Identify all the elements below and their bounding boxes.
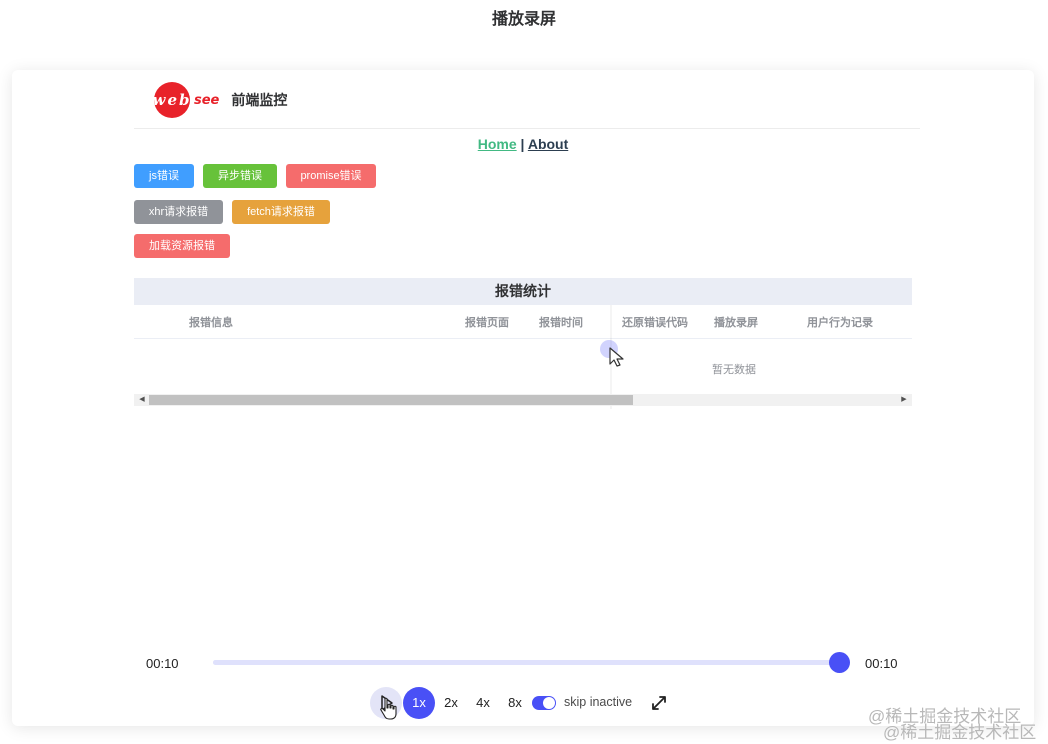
empty-text: 暂无数据 [712, 364, 756, 376]
table-title: 报错统计 [134, 278, 912, 305]
xhr-error-button[interactable]: xhr请求报错 [134, 200, 223, 224]
resource-error-button[interactable]: 加载资源报错 [134, 234, 230, 258]
current-time: 00:10 [146, 656, 179, 671]
skip-inactive-toggle[interactable] [532, 696, 556, 710]
scroll-right-icon[interactable]: ▶ [898, 394, 910, 406]
column-header[interactable]: 用户行为记录 [807, 314, 873, 330]
nav-separator: | [520, 136, 525, 152]
progress-fill [213, 660, 839, 665]
toggle-knob [543, 697, 555, 709]
dialog-title: 播放录屏 [491, 11, 556, 28]
scroll-left-icon[interactable]: ◀ [136, 394, 148, 406]
play-button[interactable] [370, 687, 402, 720]
total-time: 00:10 [865, 656, 898, 671]
table-body: 暂无数据 [134, 339, 912, 393]
speed-1x-button[interactable]: 1x [403, 687, 435, 719]
column-header[interactable]: 报错信息 [189, 314, 233, 330]
progress-handle[interactable] [829, 652, 850, 673]
table-header: 报错信息 报错页面 报错时间 还原错误代码 播放录屏 用户行为记录 [134, 305, 912, 339]
column-header[interactable]: 播放录屏 [714, 314, 758, 330]
horizontal-scrollbar[interactable]: ◀ ▶ [134, 394, 912, 406]
nav: Home | About [12, 136, 1034, 152]
fullscreen-icon[interactable] [649, 693, 669, 713]
nav-about-link[interactable]: About [528, 136, 568, 152]
column-header[interactable]: 还原错误代码 [622, 314, 688, 330]
error-stats-table: 报错统计 报错信息 报错页面 报错时间 还原错误代码 播放录屏 用户行为记录 暂… [134, 278, 912, 410]
speed-8x-button[interactable]: 8x [499, 687, 531, 719]
logo-suffix: see [194, 92, 220, 108]
column-header[interactable]: 报错时间 [539, 314, 583, 330]
replay-cursor-icon [609, 347, 624, 367]
skip-inactive-label: skip inactive [564, 695, 633, 709]
speed-2x-button[interactable]: 2x [435, 687, 467, 719]
logo-text: web [152, 91, 192, 109]
replay-player: web see 前端监控 Home | About js错误 异步错误 prom… [12, 70, 1034, 726]
logo: web [152, 82, 192, 118]
speed-4x-button[interactable]: 4x [467, 687, 499, 719]
app-name: 前端监控 [231, 92, 288, 108]
fetch-error-button[interactable]: fetch请求报错 [232, 200, 330, 224]
progress-bar[interactable] [213, 652, 850, 673]
watermark-shadow: @稀土掘金技术社区 [883, 723, 1037, 742]
js-error-button[interactable]: js错误 [134, 164, 194, 188]
hand-cursor-icon [380, 697, 397, 720]
app-header: web see 前端监控 [152, 82, 288, 118]
scrollbar-thumb[interactable] [149, 395, 633, 405]
async-error-button[interactable]: 异步错误 [203, 164, 277, 188]
column-header[interactable]: 报错页面 [465, 314, 509, 330]
nav-home-link[interactable]: Home [478, 136, 517, 152]
header-divider [134, 128, 920, 129]
promise-error-button[interactable]: promise错误 [286, 164, 376, 188]
